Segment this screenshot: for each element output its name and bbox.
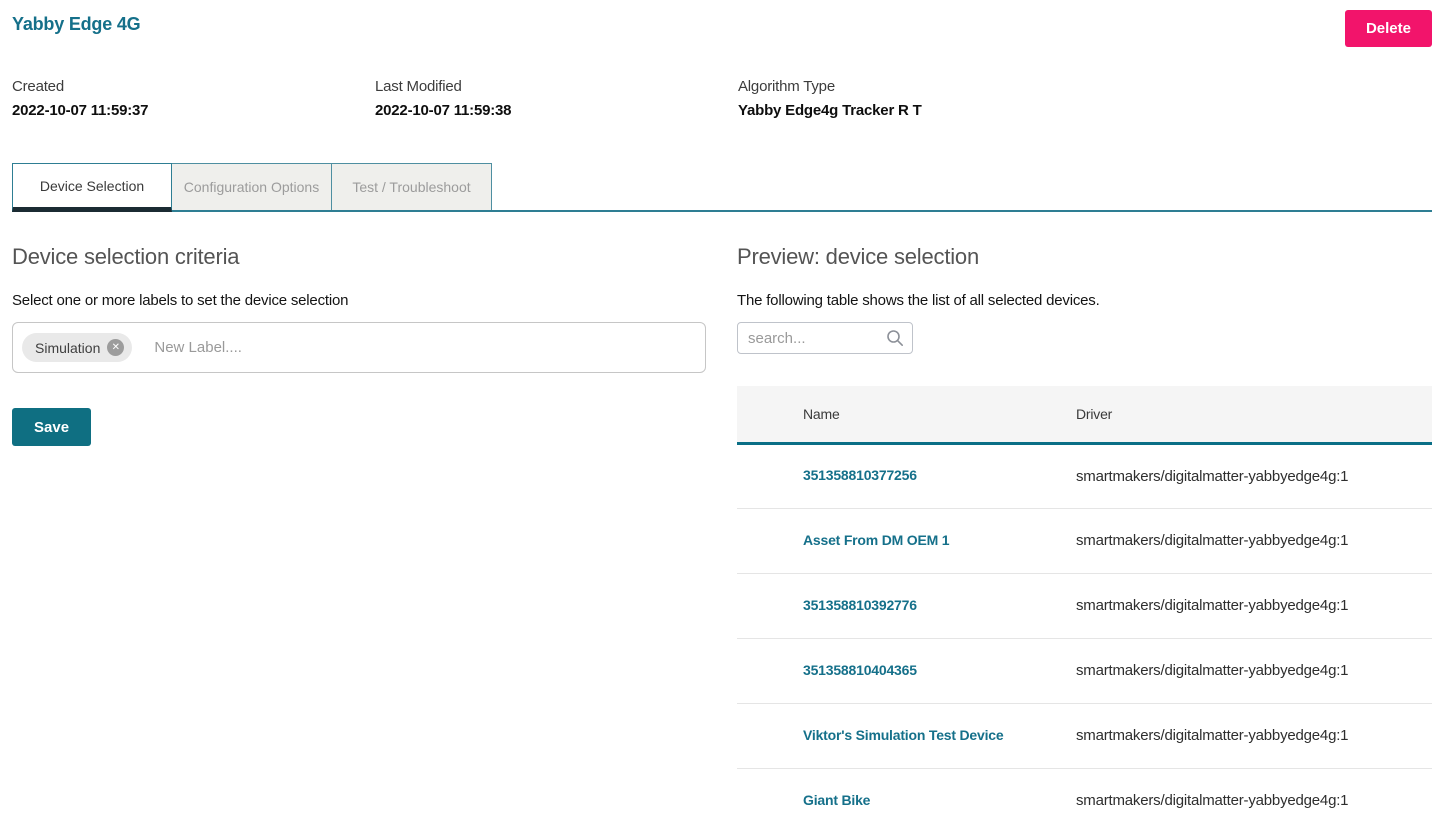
new-label-input[interactable] xyxy=(154,339,696,356)
table-header-spacer xyxy=(737,386,803,443)
search-icon xyxy=(886,329,904,347)
created-value: 2022-10-07 11:59:37 xyxy=(12,102,375,119)
device-driver-cell: smartmakers/digitalmatter-yabbyedge4g:1 xyxy=(1076,703,1432,768)
device-selection-criteria-panel: Device selection criteria Select one or … xyxy=(12,212,706,825)
tab-device-selection[interactable]: Device Selection xyxy=(12,163,172,212)
device-driver-cell: smartmakers/digitalmatter-yabbyedge4g:1 xyxy=(1076,508,1432,573)
device-name-cell: Viktor's Simulation Test Device xyxy=(803,703,1076,768)
label-chip-simulation: Simulation ✕ xyxy=(22,333,132,362)
device-name-cell: 351358810404365 xyxy=(803,638,1076,703)
meta-modified: Last Modified 2022-10-07 11:59:38 xyxy=(375,78,738,119)
device-name-link[interactable]: Asset From DM OEM 1 xyxy=(803,532,949,548)
table-row: 351358810404365 smartmakers/digitalmatte… xyxy=(737,638,1432,703)
tab-bar: Device Selection Configuration Options T… xyxy=(12,163,1432,212)
label-select-input[interactable]: Simulation ✕ xyxy=(12,322,706,373)
preview-heading: Preview: device selection xyxy=(737,244,1432,270)
page-title: Yabby Edge 4G xyxy=(12,10,140,35)
preview-panel: Preview: device selection The following … xyxy=(737,212,1432,825)
row-spacer-cell xyxy=(737,573,803,638)
criteria-heading: Device selection criteria xyxy=(12,244,706,270)
label-chip-text: Simulation xyxy=(35,340,100,356)
save-button[interactable]: Save xyxy=(12,408,91,446)
device-driver-cell: smartmakers/digitalmatter-yabbyedge4g:1 xyxy=(1076,638,1432,703)
algorithm-type-label: Algorithm Type xyxy=(738,78,1101,95)
device-name-link[interactable]: Giant Bike xyxy=(803,792,870,808)
tab-test-troubleshoot[interactable]: Test / Troubleshoot xyxy=(332,163,492,210)
row-spacer-cell xyxy=(737,703,803,768)
preview-description: The following table shows the list of al… xyxy=(737,292,1432,309)
modified-value: 2022-10-07 11:59:38 xyxy=(375,102,738,119)
device-search-box xyxy=(737,322,913,354)
table-header-row: Name Driver xyxy=(737,386,1432,443)
delete-button[interactable]: Delete xyxy=(1345,10,1432,47)
row-spacer-cell xyxy=(737,508,803,573)
criteria-instruction: Select one or more labels to set the dev… xyxy=(12,292,706,309)
device-name-link[interactable]: 351358810404365 xyxy=(803,662,917,678)
page-container: Yabby Edge 4G Delete Created 2022-10-07 … xyxy=(0,0,1450,825)
table-row: Asset From DM OEM 1 smartmakers/digitalm… xyxy=(737,508,1432,573)
content-area: Device selection criteria Select one or … xyxy=(12,212,1432,825)
row-spacer-cell xyxy=(737,768,803,825)
tab-configuration-options[interactable]: Configuration Options xyxy=(172,163,332,210)
remove-label-icon[interactable]: ✕ xyxy=(107,339,124,356)
device-name-cell: 351358810377256 xyxy=(803,443,1076,508)
table-row: Viktor's Simulation Test Device smartmak… xyxy=(737,703,1432,768)
device-name-cell: Giant Bike xyxy=(803,768,1076,825)
table-row: Giant Bike smartmakers/digitalmatter-yab… xyxy=(737,768,1432,825)
algorithm-type-value: Yabby Edge4g Tracker R T xyxy=(738,102,1101,119)
device-preview-table: Name Driver 351358810377256 smartmakers/… xyxy=(737,386,1432,825)
device-name-cell: 351358810392776 xyxy=(803,573,1076,638)
row-spacer-cell xyxy=(737,638,803,703)
meta-created: Created 2022-10-07 11:59:37 xyxy=(12,78,375,119)
row-spacer-cell xyxy=(737,443,803,508)
meta-algorithm: Algorithm Type Yabby Edge4g Tracker R T xyxy=(738,78,1101,119)
device-name-link[interactable]: 351358810377256 xyxy=(803,467,917,483)
page-header: Yabby Edge 4G Delete xyxy=(12,0,1432,47)
table-row: 351358810392776 smartmakers/digitalmatte… xyxy=(737,573,1432,638)
table-row: 351358810377256 smartmakers/digitalmatte… xyxy=(737,443,1432,508)
device-name-link[interactable]: Viktor's Simulation Test Device xyxy=(803,727,1003,743)
created-label: Created xyxy=(12,78,375,95)
search-input[interactable] xyxy=(748,330,886,347)
meta-row: Created 2022-10-07 11:59:37 Last Modifie… xyxy=(12,78,1432,119)
modified-label: Last Modified xyxy=(375,78,738,95)
device-driver-cell: smartmakers/digitalmatter-yabbyedge4g:1 xyxy=(1076,768,1432,825)
device-driver-cell: smartmakers/digitalmatter-yabbyedge4g:1 xyxy=(1076,573,1432,638)
table-header-name: Name xyxy=(803,386,1076,443)
device-driver-cell: smartmakers/digitalmatter-yabbyedge4g:1 xyxy=(1076,443,1432,508)
device-name-cell: Asset From DM OEM 1 xyxy=(803,508,1076,573)
device-name-link[interactable]: 351358810392776 xyxy=(803,597,917,613)
table-header-driver: Driver xyxy=(1076,386,1432,443)
